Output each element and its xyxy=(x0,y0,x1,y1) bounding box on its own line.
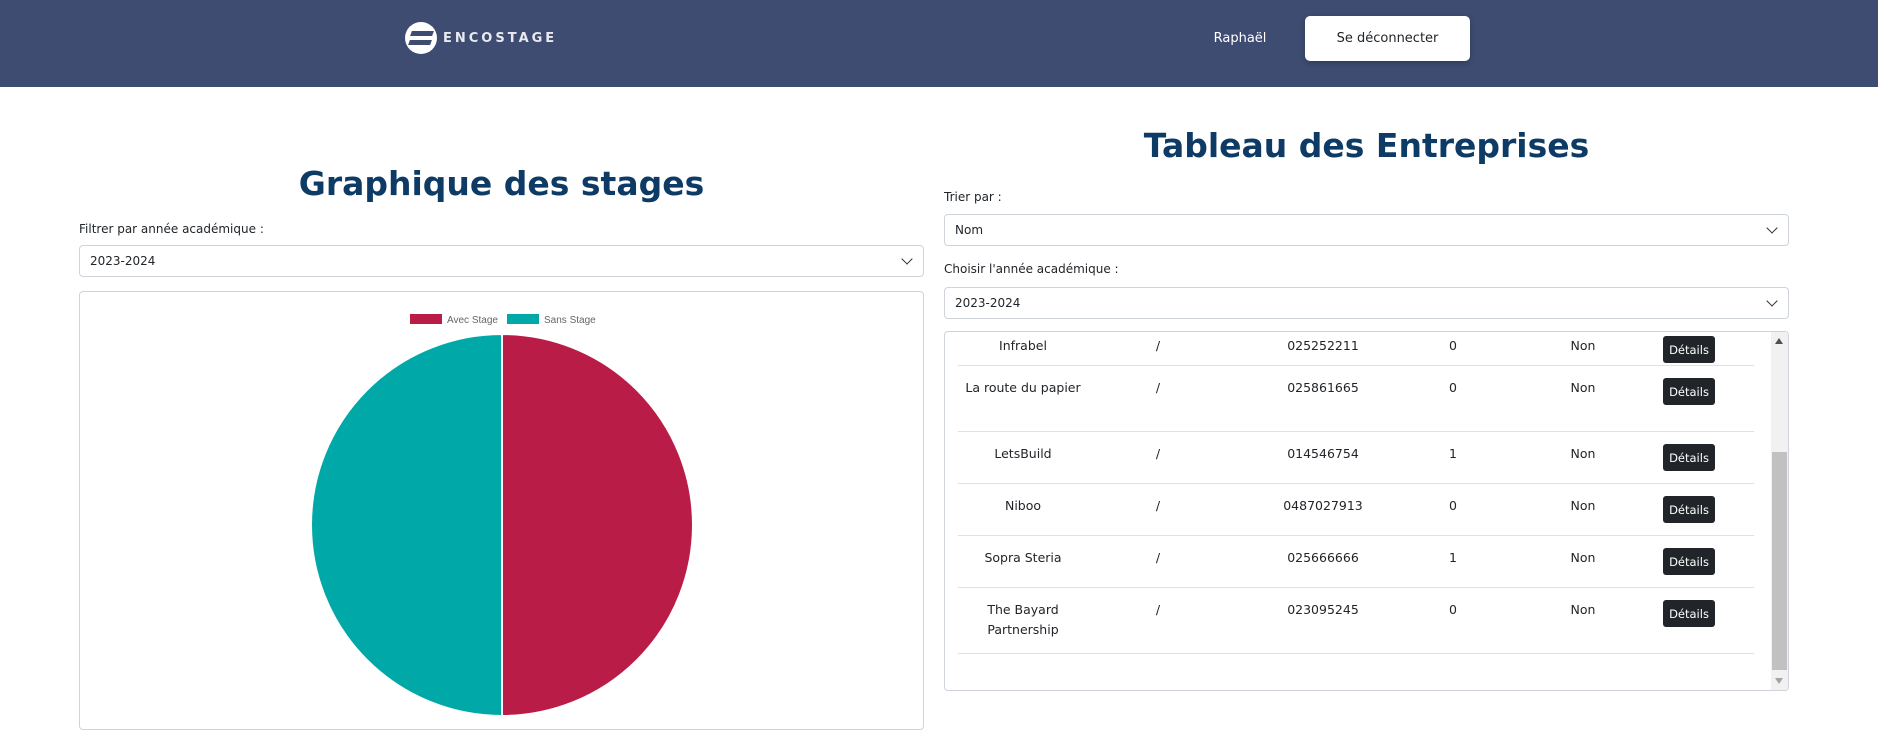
year-filter-label: Filtrer par année académique : xyxy=(79,222,264,236)
legend-label: Sans Stage xyxy=(544,315,596,326)
company-name: Sopra Steria xyxy=(984,550,1062,565)
legend-item[interactable]: Avec Stage xyxy=(410,314,498,326)
year-filter-value: 2023-2024 xyxy=(90,254,156,268)
company-name: LetsBuild xyxy=(994,446,1052,461)
details-button[interactable]: Détails xyxy=(1663,378,1715,405)
company-blacklisted: Non xyxy=(1570,498,1596,513)
chevron-down-icon xyxy=(1766,295,1778,307)
legend-swatch xyxy=(410,314,442,324)
details-button[interactable]: Détails xyxy=(1663,496,1715,523)
company-interns-count: 1 xyxy=(1449,446,1457,461)
company-blacklisted: Non xyxy=(1570,602,1596,617)
pie-slice-avec-stage[interactable] xyxy=(501,332,694,718)
chevron-down-icon xyxy=(901,253,913,265)
company-interns-count: 0 xyxy=(1449,338,1457,353)
company-slash: / xyxy=(1155,550,1161,565)
table-row: Niboo / 0487027913 0 Non Détails xyxy=(958,484,1754,536)
table-row: The Bayard Partnership / 023095245 0 Non Déta… xyxy=(958,588,1754,654)
logo-icon xyxy=(405,22,437,54)
logout-button[interactable]: Se déconnecter xyxy=(1305,16,1470,61)
table-title: Tableau des Entreprises xyxy=(1143,126,1590,165)
user-name: Raphaël xyxy=(1213,31,1267,46)
legend-label: Avec Stage xyxy=(447,315,498,326)
academic-year-value: 2023-2024 xyxy=(955,296,1021,310)
pie-chart: Avec Stage Sans Stage xyxy=(310,314,694,718)
sort-select[interactable]: Nom xyxy=(944,214,1789,246)
company-name: The Bayard Partnership xyxy=(987,602,1059,637)
company-phone: 023095245 xyxy=(1287,602,1359,617)
company-phone: 0487027913 xyxy=(1283,498,1363,513)
scroll-down-icon[interactable] xyxy=(1775,678,1783,684)
company-name: La route du papier xyxy=(965,380,1081,395)
chart-title: Graphique des stages xyxy=(298,164,705,203)
company-blacklisted: Non xyxy=(1570,550,1596,565)
academic-year-label: Choisir l'année académique : xyxy=(944,262,1119,276)
navbar: ENCOSTAGE Raphaël Se déconnecter xyxy=(0,0,1878,87)
company-slash: / xyxy=(1155,380,1161,395)
company-blacklisted: Non xyxy=(1570,338,1596,353)
table-row: LetsBuild / 014546754 1 Non Détails xyxy=(958,432,1754,484)
company-phone: 025861665 xyxy=(1287,380,1359,395)
company-blacklisted: Non xyxy=(1570,380,1596,395)
scroll-up-icon[interactable] xyxy=(1775,338,1783,344)
academic-year-select[interactable]: 2023-2024 xyxy=(944,287,1789,319)
table-row: Infrabel / 025252211 0 Non Détails xyxy=(958,332,1754,366)
details-button[interactable]: Détails xyxy=(1663,548,1715,575)
legend-item[interactable]: Sans Stage xyxy=(507,314,596,326)
legend-swatch xyxy=(507,314,539,324)
company-slash: / xyxy=(1155,602,1161,617)
company-interns-count: 0 xyxy=(1449,498,1457,513)
table-row: La route du papier / 025861665 0 Non Détails xyxy=(958,366,1754,432)
table-row: Sopra Steria / 025666666 1 Non Détails xyxy=(958,536,1754,588)
sort-value: Nom xyxy=(955,223,984,237)
details-button[interactable]: Détails xyxy=(1663,600,1715,627)
company-interns-count: 0 xyxy=(1449,602,1457,617)
company-phone: 014546754 xyxy=(1287,446,1359,461)
scrollbar[interactable] xyxy=(1771,332,1788,690)
details-button[interactable]: Détails xyxy=(1663,444,1715,471)
sort-label: Trier par : xyxy=(944,190,1002,204)
year-filter-select[interactable]: 2023-2024 xyxy=(79,245,924,277)
company-slash: / xyxy=(1155,338,1161,353)
company-phone: 025666666 xyxy=(1287,550,1359,565)
company-name: Infrabel xyxy=(999,338,1047,353)
company-interns-count: 0 xyxy=(1449,380,1457,395)
company-interns-count: 1 xyxy=(1449,550,1457,565)
logo[interactable]: ENCOSTAGE xyxy=(405,22,557,54)
company-blacklisted: Non xyxy=(1570,446,1596,461)
chevron-down-icon xyxy=(1766,222,1778,234)
scrollbar-thumb[interactable] xyxy=(1772,452,1787,670)
details-button[interactable]: Détails xyxy=(1663,336,1715,363)
pie-chart-container: Avec Stage Sans Stage xyxy=(79,291,924,730)
companies-table[interactable]: Infrabel/025252211 0 Non Détails La route du… xyxy=(944,331,1789,691)
company-slash: / xyxy=(1155,446,1161,461)
pie-slice-sans-stage[interactable] xyxy=(310,332,503,718)
company-phone: 025252211 xyxy=(1287,338,1359,353)
logo-text: ENCOSTAGE xyxy=(443,30,558,46)
company-name: Niboo xyxy=(1004,498,1042,513)
company-slash: / xyxy=(1155,498,1161,513)
